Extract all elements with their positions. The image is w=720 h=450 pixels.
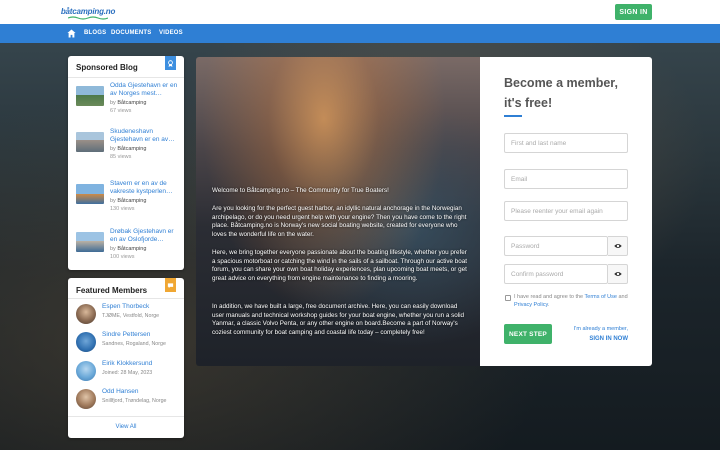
view-all-link[interactable]: View All (68, 424, 184, 430)
member-item[interactable]: Eirik Klokkersund Joined: 28 May, 2023 (76, 360, 186, 384)
signup-panel: Become a member, it's free! I have read … (480, 57, 652, 366)
member-name[interactable]: Eirik Klokkersund (102, 360, 152, 367)
hero-paragraph: Are you looking for the perfect guest ha… (212, 205, 467, 238)
confirm-password-field[interactable] (504, 264, 608, 284)
sponsored-blog-card: Sponsored Blog Odda Gjestehavn er en av … (68, 56, 184, 270)
member-item[interactable]: Odd Hansen Snillfjord, Trøndelag, Norge (76, 388, 186, 412)
main-navbar: BLOGS DOCUMENTS VIDEOS (0, 24, 720, 43)
eye-icon (613, 244, 622, 248)
blog-title[interactable]: Stavern er en av de vakreste kystperlen… (110, 180, 182, 196)
show-password-button[interactable] (608, 236, 628, 256)
sign-in-now-link[interactable]: SIGN IN NOW (564, 336, 628, 342)
blog-author: by Båtcamping (110, 246, 147, 252)
member-item[interactable]: Espen Thorbeck TJØME, Vestfold, Norge (76, 303, 186, 327)
sign-in-button[interactable]: SIGN IN (615, 4, 652, 20)
password-field[interactable] (504, 236, 608, 256)
sponsored-ribbon (165, 56, 176, 70)
home-icon[interactable] (67, 29, 76, 38)
hero-welcome: Welcome to Båtcamping.no – The Community… (212, 187, 389, 194)
card-divider (68, 298, 184, 299)
blog-item[interactable]: Drøbak Gjestehavn er en av Oslofjorde… b… (76, 228, 186, 264)
blog-title[interactable]: Drøbak Gjestehavn er en av Oslofjorde… (110, 228, 182, 244)
member-item[interactable]: Sindre Pettersen Sandnes, Rogaland, Norg… (76, 331, 186, 355)
member-joined: Joined: 28 May, 2023 (102, 370, 153, 376)
terms-checkbox[interactable] (505, 295, 511, 301)
member-location: Snillfjord, Trøndelag, Norge (102, 398, 167, 404)
hero-panel: Welcome to Båtcamping.no – The Community… (196, 57, 480, 366)
member-location: Sandnes, Rogaland, Norge (102, 341, 166, 347)
eye-icon (613, 272, 622, 276)
chat-icon (167, 282, 174, 288)
member-name[interactable]: Odd Hansen (102, 388, 139, 395)
featured-members-title: Featured Members (76, 286, 148, 295)
nav-videos[interactable]: VIDEOS (159, 30, 183, 36)
blog-thumbnail[interactable] (76, 184, 104, 204)
card-divider (68, 416, 184, 417)
blog-author: by Båtcamping (110, 146, 147, 152)
blog-author: by Båtcamping (110, 100, 147, 106)
blog-thumbnail[interactable] (76, 132, 104, 152)
award-icon (168, 59, 173, 67)
blog-thumbnail[interactable] (76, 232, 104, 252)
sponsored-blog-title: Sponsored Blog (76, 63, 138, 72)
member-location: TJØME, Vestfold, Norge (102, 313, 160, 319)
avatar[interactable] (76, 389, 96, 409)
email-confirm-field[interactable] (504, 201, 628, 221)
member-name[interactable]: Espen Thorbeck (102, 303, 149, 310)
privacy-policy-link[interactable]: Privacy Policy (514, 302, 548, 308)
blog-thumbnail[interactable] (76, 86, 104, 106)
already-member-text: I'm already a member, (573, 326, 628, 332)
blog-author: by Båtcamping (110, 198, 147, 204)
avatar[interactable] (76, 304, 96, 324)
blog-title[interactable]: Skudeneshavn Gjestehavn er en av… (110, 128, 182, 144)
blog-title[interactable]: Odda Gjestehavn er en av Norges mest… (110, 82, 182, 98)
member-name[interactable]: Sindre Pettersen (102, 331, 150, 338)
hero-paragraph: Here, we bring together everyone passion… (212, 249, 468, 282)
terms-text: I have read and agree to the Terms of Us… (514, 294, 628, 308)
blog-views: 67 views (110, 108, 132, 114)
blog-item[interactable]: Odda Gjestehavn er en av Norges mest… by… (76, 82, 186, 118)
next-step-button[interactable]: NEXT STEP (504, 324, 552, 344)
show-confirm-password-button[interactable] (608, 264, 628, 284)
logo-text: båtcamping.no (60, 7, 116, 16)
avatar[interactable] (76, 361, 96, 381)
blog-item[interactable]: Skudeneshavn Gjestehavn er en av… by Båt… (76, 128, 186, 164)
nav-documents[interactable]: DOCUMENTS (111, 30, 151, 36)
title-underline (504, 115, 522, 117)
featured-ribbon (165, 278, 176, 292)
logo-wave-icon (68, 16, 108, 20)
hero-paragraph: In addition, we have built a large, free… (212, 303, 465, 336)
name-field[interactable] (504, 133, 628, 153)
blog-item[interactable]: Stavern er en av de vakreste kystperlen…… (76, 180, 186, 216)
email-field[interactable] (504, 169, 628, 189)
site-logo[interactable]: båtcamping.no (61, 3, 115, 20)
avatar[interactable] (76, 332, 96, 352)
blog-views: 100 views (110, 254, 135, 260)
top-header: båtcamping.no SIGN IN (0, 0, 720, 24)
card-divider (68, 77, 184, 78)
blog-views: 130 views (110, 206, 135, 212)
featured-members-card: Featured Members Espen Thorbeck TJØME, V… (68, 278, 184, 438)
nav-blogs[interactable]: BLOGS (84, 30, 106, 36)
terms-of-use-link[interactable]: Terms of Use (585, 294, 617, 300)
signup-title: Become a member, it's free! (504, 76, 618, 110)
blog-views: 85 views (110, 154, 132, 160)
